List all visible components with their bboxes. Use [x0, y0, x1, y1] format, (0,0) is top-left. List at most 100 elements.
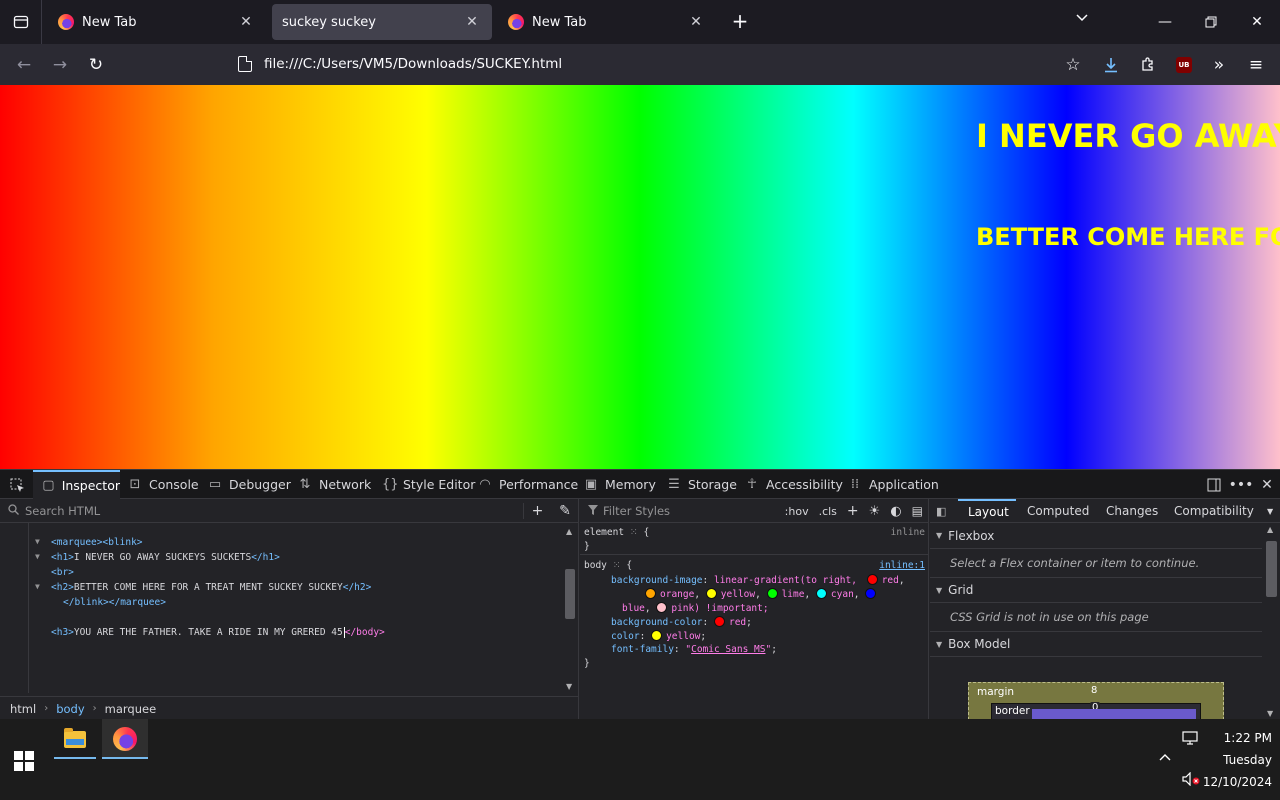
breadcrumb-body[interactable]: body — [56, 702, 84, 716]
reload-icon[interactable]: ↻ — [81, 50, 111, 80]
tab-close-icon[interactable]: ✕ — [236, 12, 256, 32]
markup-line[interactable]: ▼ <h1>I NEVER GO AWAY SUCKEYS SUCKETS</h… — [35, 552, 280, 563]
expand-twisty-icon[interactable]: ▼ — [35, 582, 40, 591]
window-close-icon[interactable]: ✕ — [1234, 0, 1280, 44]
extensions-puzzle-icon[interactable] — [1133, 50, 1163, 80]
add-node-icon[interactable]: + — [523, 503, 551, 519]
file-explorer-button[interactable] — [54, 719, 96, 759]
declaration-color[interactable]: color: yellow; — [611, 630, 706, 642]
firefox-taskbar-button[interactable] — [102, 719, 148, 759]
margin-top-value[interactable]: 8 — [1091, 685, 1097, 696]
tab-close-icon[interactable]: ✕ — [462, 12, 482, 32]
tabs-overflow-chevron-icon[interactable]: ▼ — [1267, 499, 1273, 523]
url-bar[interactable]: file:///C:/Users/VM5/Downloads/SUCKEY.ht… — [230, 49, 1090, 79]
search-html-bar[interactable]: Search HTML + ✎ — [0, 499, 579, 523]
markup-line[interactable]: ▼ <h2>BETTER COME HERE FOR A TREAT MENT … — [35, 582, 371, 593]
box-model-margin[interactable]: margin 8 border 0 — [968, 682, 1224, 723]
declaration-font-family[interactable]: font-family: "Comic Sans MS"; — [611, 644, 777, 655]
firefox-view-button[interactable] — [0, 0, 42, 44]
tab-accessibility[interactable]: ☥ Accessibility — [745, 470, 843, 499]
more-tools-chevrons-icon[interactable]: » — [1204, 50, 1234, 80]
cls-toggle[interactable]: .cls — [819, 505, 837, 518]
tab-computed[interactable]: Computed — [1027, 499, 1089, 523]
rule-selector[interactable]: body ⁙ { — [584, 560, 632, 571]
downloads-icon[interactable] — [1096, 50, 1126, 80]
expand-twisty-icon[interactable]: ▼ — [35, 537, 40, 546]
tab-storage[interactable]: ☰ Storage — [667, 470, 737, 499]
light-theme-sun-icon[interactable]: ☀ — [869, 504, 881, 519]
breadcrumb-marquee[interactable]: marquee — [105, 702, 157, 716]
expand-twisty-icon[interactable]: ▼ — [35, 552, 40, 561]
tab-application[interactable]: ⁞⁞ Application — [848, 470, 939, 499]
tab-inspector[interactable]: ▢ Inspector — [33, 470, 120, 499]
minimize-icon[interactable]: — — [1142, 0, 1188, 44]
tab-memory[interactable]: ▣ Memory — [584, 470, 656, 499]
scroll-up-icon[interactable]: ▲ — [566, 527, 572, 536]
markup-line[interactable]: ▼ <marquee><blink> — [35, 537, 143, 548]
color-swatch-orange[interactable] — [645, 588, 656, 599]
tab-style-editor[interactable]: {} Style Editor — [382, 470, 475, 499]
windows-start-icon[interactable] — [14, 751, 34, 771]
hov-toggle[interactable]: :hov — [785, 505, 809, 518]
tab-network[interactable]: ⇅ Network — [298, 470, 372, 499]
declaration-background-image[interactable]: background-image: linear-gradient(to rig… — [611, 574, 905, 586]
network-icon[interactable] — [1182, 731, 1198, 749]
restore-icon[interactable] — [1188, 0, 1234, 44]
forward-arrow-icon[interactable]: → — [45, 50, 75, 80]
tab-compatibility[interactable]: Compatibility — [1174, 499, 1254, 523]
bookmark-star-icon[interactable]: ☆ — [1058, 50, 1088, 80]
color-swatch-yellow[interactable] — [651, 630, 663, 641]
color-swatch-lime[interactable] — [766, 588, 778, 599]
color-swatch-blue[interactable] — [865, 588, 877, 599]
tab-layout[interactable]: Layout — [958, 499, 1016, 523]
color-swatch-red[interactable] — [866, 574, 878, 585]
scrollbar-thumb[interactable] — [1266, 541, 1277, 597]
system-clock[interactable]: 1:22 PM Tuesday 12/10/2024 — [1202, 727, 1272, 793]
show-hidden-icons-chevron-icon[interactable] — [1158, 750, 1172, 766]
scroll-down-icon[interactable]: ▼ — [1267, 709, 1273, 718]
filter-styles-bar[interactable]: Filter Styles :hov .cls + ☀ ◐ ▤ — [580, 499, 929, 523]
markup-line-editing[interactable]: <h3>YOU ARE THE FATHER. TAKE A RIDE IN M… — [51, 627, 385, 638]
scrollbar-thumb[interactable] — [565, 569, 575, 619]
tab-performance[interactable]: ◠ Performance — [478, 470, 578, 499]
rule-source-link[interactable]: inline:1 — [879, 560, 925, 571]
scroll-down-icon[interactable]: ▼ — [566, 682, 572, 691]
markup-line[interactable]: <br> — [51, 567, 74, 578]
hamburger-menu-icon[interactable]: ≡ — [1241, 50, 1271, 80]
list-all-tabs-chevron-icon[interactable] — [1070, 10, 1094, 34]
back-arrow-icon[interactable]: ← — [9, 50, 39, 80]
dark-theme-contrast-icon[interactable]: ◐ — [890, 504, 901, 519]
dock-side-icon[interactable] — [1203, 474, 1225, 496]
property-value[interactable]: Comic Sans MS — [691, 644, 765, 655]
tab-debugger[interactable]: ▭ Debugger — [208, 470, 291, 499]
rule-selector[interactable]: element ⁙ { — [584, 527, 649, 538]
volume-muted-icon[interactable] — [1182, 771, 1200, 790]
toggle-sidebar-icon[interactable]: ◧ — [936, 499, 946, 523]
tab-new-tab-2[interactable]: New Tab ✕ — [498, 4, 716, 40]
devtools-close-icon[interactable]: ✕ — [1256, 474, 1278, 496]
more-options-icon[interactable]: ••• — [1229, 474, 1254, 496]
color-swatch-pink[interactable] — [656, 602, 668, 613]
element-picker-icon[interactable] — [6, 474, 28, 496]
tab-new-tab-1[interactable]: New Tab ✕ — [48, 4, 266, 40]
section-box-model[interactable]: ▼ Box Model — [930, 631, 1262, 657]
print-media-icon[interactable]: ▤ — [912, 504, 923, 518]
color-swatch-red[interactable] — [713, 616, 725, 627]
section-grid[interactable]: ▼ Grid — [930, 577, 1262, 603]
markup-line[interactable]: </blink></marquee> — [63, 597, 166, 608]
layout-scrollbar[interactable]: ▲ ▼ — [1263, 523, 1280, 720]
add-rule-icon[interactable]: + — [847, 503, 859, 519]
node-text[interactable]: YOU ARE THE FATHER. TAKE A RIDE IN MY GR… — [74, 627, 343, 638]
tab-close-icon[interactable]: ✕ — [686, 12, 706, 32]
tab-suckey[interactable]: suckey suckey ✕ — [272, 4, 492, 40]
ublock-origin-icon[interactable]: UB — [1169, 50, 1199, 80]
breadcrumb-html[interactable]: html — [10, 702, 36, 716]
scroll-up-icon[interactable]: ▲ — [1267, 525, 1273, 534]
tab-changes[interactable]: Changes — [1106, 499, 1158, 523]
eyedropper-icon[interactable]: ✎ — [551, 503, 579, 519]
color-swatch-cyan[interactable] — [815, 588, 827, 599]
color-swatch-yellow[interactable] — [705, 588, 717, 599]
tab-console[interactable]: ⊡ Console — [128, 470, 199, 499]
section-flexbox[interactable]: ▼ Flexbox — [930, 523, 1262, 549]
declaration-background-color[interactable]: background-color: red; — [611, 616, 752, 628]
